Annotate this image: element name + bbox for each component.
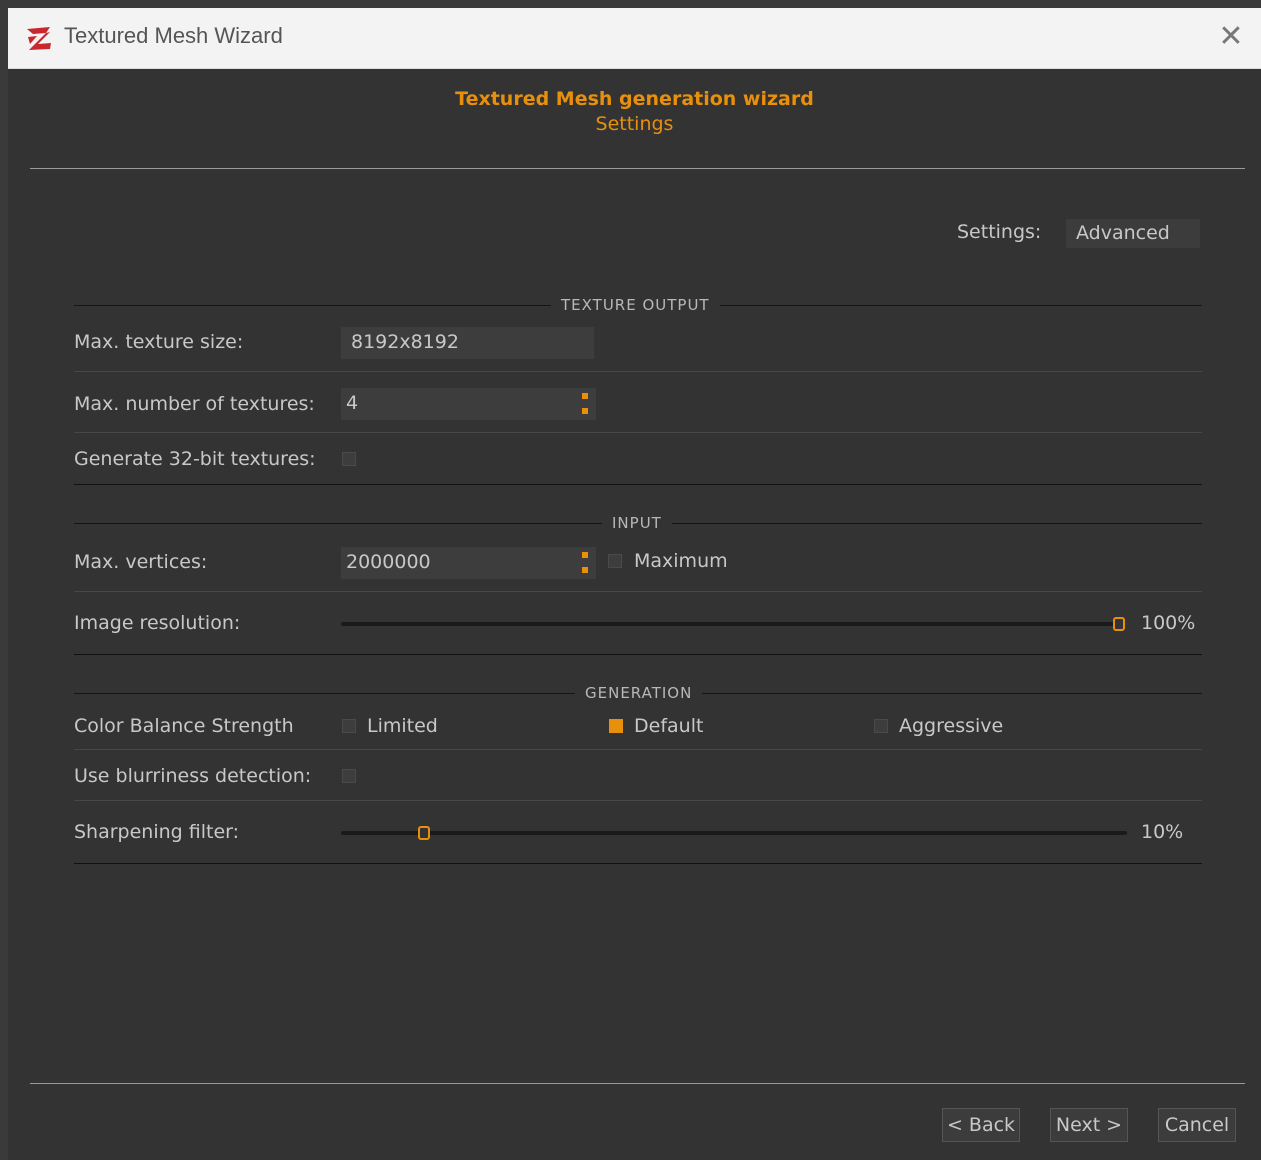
sharpening-slider-track[interactable]: [341, 831, 1127, 835]
textured-mesh-wizard-window: Textured Mesh Wizard ✕ Textured Mesh gen…: [8, 8, 1261, 1160]
window-title: Textured Mesh Wizard: [64, 23, 283, 48]
color-balance-limited-radio[interactable]: [342, 719, 356, 733]
gen-32bit-label: Generate 32-bit textures:: [74, 448, 316, 470]
color-balance-limited-label: Limited: [367, 715, 438, 737]
header-divider: [30, 168, 1245, 169]
gen-32bit-checkbox[interactable]: [342, 452, 356, 466]
color-balance-default-label: Default: [634, 715, 704, 737]
title-bar: Textured Mesh Wizard ✕: [8, 8, 1261, 69]
wizard-subtitle: Settings: [595, 113, 674, 135]
blurriness-checkbox[interactable]: [342, 769, 356, 783]
spin-arrows-icon[interactable]: [582, 393, 588, 415]
image-resolution-slider-track[interactable]: [341, 622, 1125, 626]
row-separator: [74, 371, 1202, 372]
maximum-label: Maximum: [634, 550, 728, 572]
max-textures-spinbox[interactable]: 4: [341, 388, 596, 420]
sharpening-value: 10%: [1141, 821, 1184, 843]
image-resolution-value: 100%: [1141, 612, 1196, 634]
color-balance-default-radio[interactable]: [609, 719, 623, 733]
generation-group-title: GENERATION: [575, 684, 703, 702]
sharpening-label: Sharpening filter:: [74, 821, 240, 843]
settings-mode-dropdown[interactable]: Advanced: [1066, 219, 1200, 248]
max-vertices-spinbox[interactable]: 2000000: [341, 547, 596, 579]
color-balance-aggressive-label: Aggressive: [899, 715, 1004, 737]
input-group-bottom: [74, 654, 1202, 655]
maximum-checkbox[interactable]: [608, 554, 622, 568]
footer-divider: [30, 1083, 1245, 1084]
row-separator: [74, 800, 1202, 801]
generation-group-bottom: [74, 863, 1202, 864]
cancel-button[interactable]: Cancel: [1158, 1108, 1236, 1142]
max-vertices-label: Max. vertices:: [74, 551, 208, 573]
max-texture-size-dropdown[interactable]: 8192x8192: [341, 327, 594, 359]
blurriness-label: Use blurriness detection:: [74, 765, 312, 787]
row-separator: [74, 432, 1202, 433]
back-button[interactable]: < Back: [942, 1108, 1020, 1142]
wizard-title: Textured Mesh generation wizard: [455, 88, 814, 110]
input-group-title: INPUT: [602, 514, 672, 532]
max-texture-size-label: Max. texture size:: [74, 331, 244, 353]
settings-mode-label: Settings:: [957, 221, 1042, 243]
image-resolution-slider-thumb[interactable]: [1113, 617, 1125, 631]
close-icon[interactable]: ✕: [1215, 22, 1247, 54]
3dzephyr-logo-icon: [27, 27, 51, 50]
spin-arrows-icon[interactable]: [582, 552, 588, 574]
color-balance-aggressive-radio[interactable]: [874, 719, 888, 733]
sharpening-slider-thumb[interactable]: [418, 826, 431, 840]
max-textures-label: Max. number of textures:: [74, 393, 315, 415]
image-resolution-label: Image resolution:: [74, 612, 241, 634]
max-vertices-value: 2000000: [346, 551, 431, 573]
max-textures-value: 4: [346, 392, 359, 414]
next-button[interactable]: Next >: [1050, 1108, 1128, 1142]
row-separator: [74, 591, 1202, 592]
row-separator: [74, 749, 1202, 750]
color-balance-label: Color Balance Strength: [74, 715, 294, 737]
texture-output-group-title: TEXTURE OUTPUT: [551, 296, 720, 314]
texture-output-group-bottom: [74, 484, 1202, 485]
